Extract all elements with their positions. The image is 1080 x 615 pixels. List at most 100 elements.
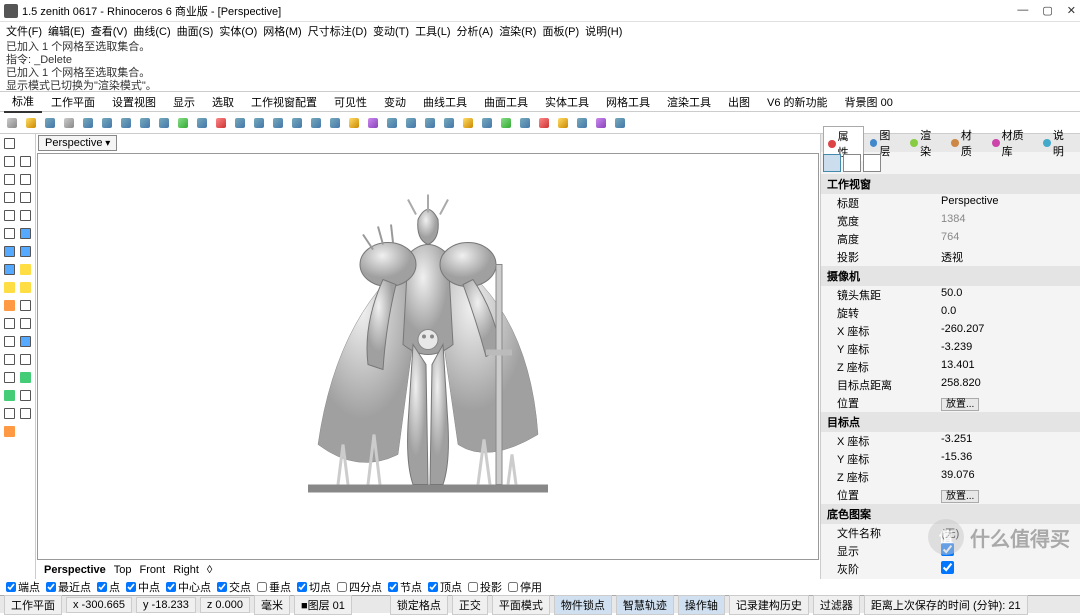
tab-display[interactable]: 显示 — [165, 92, 203, 112]
menu-surface[interactable]: 曲面(S) — [177, 23, 214, 39]
tool-undo-icon[interactable] — [137, 115, 153, 131]
tab-v6new[interactable]: V6 的新功能 — [759, 92, 836, 112]
tab-solidtools[interactable]: 实体工具 — [537, 92, 597, 112]
tool-render-icon[interactable] — [346, 115, 362, 131]
tool-zoom-icon[interactable] — [270, 115, 286, 131]
tool-curve-icon[interactable] — [2, 226, 17, 241]
tool-redo-icon[interactable] — [156, 115, 172, 131]
wallpaper-gray-checkbox[interactable] — [941, 561, 954, 574]
tool-renderpreview-icon[interactable] — [365, 115, 381, 131]
tool-ellipse-icon[interactable] — [18, 208, 33, 223]
tool-selall-icon[interactable] — [574, 115, 590, 131]
view-more[interactable]: ◊ — [207, 564, 212, 576]
tool-copy2-icon[interactable] — [18, 370, 33, 385]
propmode-object-icon[interactable] — [843, 154, 861, 172]
tool-hide-icon[interactable] — [498, 115, 514, 131]
status-gridsnap[interactable]: 锁定格点 — [390, 595, 448, 615]
view-top[interactable]: Top — [114, 564, 132, 576]
viewport-label[interactable]: Perspective ▾ — [38, 135, 117, 151]
tool-loft-icon[interactable] — [2, 334, 17, 349]
tool-surface-icon[interactable] — [18, 226, 33, 241]
tool-zoomwin-icon[interactable] — [289, 115, 305, 131]
menu-help[interactable]: 说明(H) — [585, 23, 622, 39]
status-layer[interactable]: ■图层 01 — [294, 595, 352, 615]
status-smarttrack[interactable]: 智慧轨迹 — [616, 595, 674, 615]
tool-wire-icon[interactable] — [403, 115, 419, 131]
osnap-int[interactable]: 交点 — [217, 579, 251, 595]
tool-polygon-icon[interactable] — [2, 208, 17, 223]
tab-curvetools[interactable]: 曲线工具 — [415, 92, 475, 112]
menu-edit[interactable]: 编辑(E) — [48, 23, 85, 39]
command-history[interactable]: 已加入 1 个网格至选取集合。 指令: _Delete 已加入 1 个网格至选取… — [0, 40, 1080, 92]
tab-setview[interactable]: 设置视图 — [104, 92, 164, 112]
tool-new-icon[interactable] — [4, 115, 20, 131]
tool-ungroup-icon[interactable] — [194, 115, 210, 131]
osnap-knot[interactable]: 节点 — [388, 579, 422, 595]
tool-array-icon[interactable] — [18, 406, 33, 421]
tab-transform[interactable]: 变动 — [376, 92, 414, 112]
osnap-near[interactable]: 最近点 — [46, 579, 91, 595]
status-osnap[interactable]: 物件锁点 — [554, 595, 612, 615]
status-planar[interactable]: 平面模式 — [492, 595, 550, 615]
menu-tools[interactable]: 工具(L) — [415, 23, 450, 39]
status-history[interactable]: 记录建构历史 — [729, 595, 809, 615]
osnap-tan[interactable]: 切点 — [297, 579, 331, 595]
osnap-point[interactable]: 点 — [97, 579, 120, 595]
tool-layers-icon[interactable] — [460, 115, 476, 131]
tool-copy-icon[interactable] — [99, 115, 115, 131]
tool-cylinder-icon[interactable] — [2, 262, 17, 277]
tool-filter-icon[interactable] — [555, 115, 571, 131]
tool-rect-icon[interactable] — [18, 190, 33, 205]
tool-point-icon[interactable] — [2, 154, 17, 169]
tool-pipe-icon[interactable] — [2, 298, 17, 313]
target-place-button[interactable]: 放置... — [941, 490, 979, 503]
osnap-disable[interactable]: 停用 — [508, 579, 542, 595]
tool-line-icon[interactable] — [18, 154, 33, 169]
tool-polyline-icon[interactable] — [2, 172, 17, 187]
tab-visibility[interactable]: 可见性 — [326, 92, 375, 112]
osnap-quad[interactable]: 四分点 — [337, 579, 382, 595]
tool-revolve-icon[interactable] — [2, 316, 17, 331]
view-front[interactable]: Front — [140, 564, 166, 576]
tool-circle-icon[interactable] — [18, 172, 33, 187]
tool-save-icon[interactable] — [42, 115, 58, 131]
tool-rotate2-icon[interactable] — [2, 388, 17, 403]
tool-mirror-icon[interactable] — [2, 406, 17, 421]
menu-panels[interactable]: 面板(P) — [542, 23, 579, 39]
status-ortho[interactable]: 正交 — [452, 595, 488, 615]
close-button[interactable]: ✕ — [1067, 4, 1076, 17]
osnap-mid[interactable]: 中点 — [126, 579, 160, 595]
status-filter[interactable]: 过滤器 — [813, 595, 860, 615]
tool-editpt-icon[interactable] — [593, 115, 609, 131]
tool-arc-icon[interactable] — [2, 190, 17, 205]
wallpaper-show-checkbox[interactable] — [941, 543, 954, 556]
tool-open-icon[interactable] — [23, 115, 39, 131]
tab-meshtools[interactable]: 网格工具 — [598, 92, 658, 112]
menu-file[interactable]: 文件(F) — [6, 23, 42, 39]
tool-dim-icon[interactable] — [2, 352, 17, 367]
tool-box-icon[interactable] — [2, 244, 17, 259]
tool-cplaneorigin-icon[interactable] — [213, 115, 229, 131]
menu-transform[interactable]: 变动(T) — [373, 23, 409, 39]
tool-sphere-icon[interactable] — [18, 244, 33, 259]
tab-select[interactable]: 选取 — [204, 92, 242, 112]
tool-cut-icon[interactable] — [80, 115, 96, 131]
tool-match-icon[interactable] — [612, 115, 628, 131]
tab-viewport[interactable]: 工作视窗配置 — [243, 92, 325, 112]
tool-cone-icon[interactable] — [18, 262, 33, 277]
tool-help-icon[interactable] — [479, 115, 495, 131]
viewport-canvas[interactable] — [37, 153, 819, 560]
tool-group-icon[interactable] — [175, 115, 191, 131]
osnap-vertex[interactable]: 顶点 — [428, 579, 462, 595]
view-perspective[interactable]: Perspective — [44, 564, 106, 576]
minimize-button[interactable]: — — [1017, 4, 1028, 17]
camera-place-button[interactable]: 放置... — [941, 398, 979, 411]
tool-extrude-icon[interactable] — [18, 298, 33, 313]
propmode-material-icon[interactable] — [863, 154, 881, 172]
propmode-viewport-icon[interactable] — [823, 154, 841, 172]
tool-ellipsoid-icon[interactable] — [2, 280, 17, 295]
menu-curve[interactable]: 曲线(C) — [133, 23, 170, 39]
tool-print-icon[interactable] — [61, 115, 77, 131]
view-right[interactable]: Right — [173, 564, 199, 576]
tool-paste-icon[interactable] — [118, 115, 134, 131]
